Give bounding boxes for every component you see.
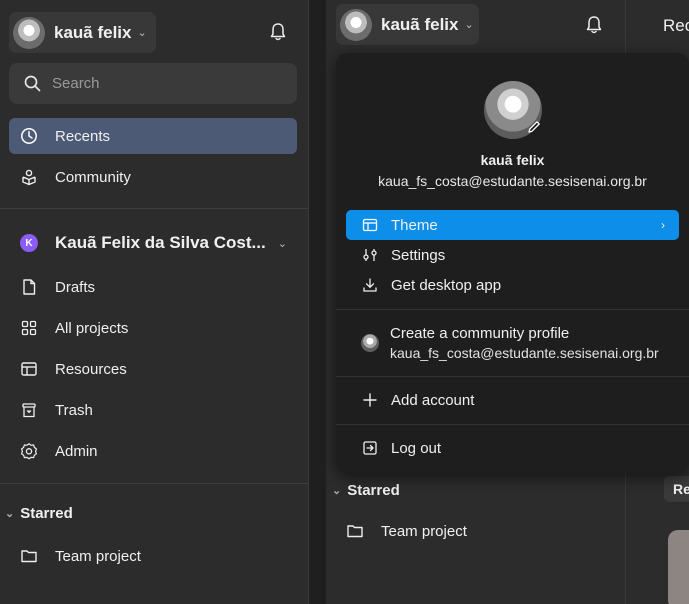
pencil-icon[interactable] [526,119,542,135]
divider [336,424,689,425]
team-name: Kauã Felix da Silva Cost... [55,233,266,252]
starred-label: Starred [347,482,400,499]
menu-item-desktop-app[interactable]: Get desktop app [346,270,679,300]
chevron-down-icon: ⌄ [464,19,474,31]
recents-filter[interactable]: Re [664,476,689,502]
bell-icon[interactable] [585,15,603,35]
divider [0,483,308,484]
avatar [361,334,379,352]
recents-heading[interactable]: Rec [663,16,689,36]
search-input[interactable]: Search [9,63,297,104]
nav-label: Resources [55,360,127,378]
chevron-down-icon: ⌄ [137,27,147,39]
chevron-down-icon: ⌄ [5,508,15,520]
menu-label: Theme [391,216,438,234]
nav-label: Team project [381,522,467,540]
grid-icon [21,320,37,336]
account-menu: kauã felix kaua_fs_costa@estudante.sesis… [336,53,689,473]
team-switcher[interactable]: K Kauã Felix da Silva Cost... ⌄ [9,225,297,261]
folder-icon [347,525,363,538]
nav-drafts[interactable]: Drafts [9,269,297,305]
right-panel: kauã felix ⌄ Rec Re ⌄ Starred Team proje… [326,0,689,604]
nav-all-projects[interactable]: All projects [9,310,297,346]
plus-icon [363,393,377,407]
log-out-icon [363,441,377,455]
profile-email: kaua_fs_costa@estudante.sesisenai.org.br [378,173,647,189]
search-icon [24,75,41,92]
file-icon [23,279,36,295]
divider [336,309,689,310]
avatar [13,16,45,49]
starred-item-team-project[interactable]: Team project [9,538,297,574]
nav-label: Team project [55,547,141,565]
team-badge: K [20,234,38,252]
nav-resources[interactable]: Resources [9,351,297,387]
trash-icon [22,403,36,418]
community-icon [22,169,36,186]
layout-icon [362,218,378,232]
menu-item-log-out[interactable]: Log out [346,433,679,463]
nav-label: Recents [55,127,111,145]
divider [0,208,308,209]
account-name: kauã felix [54,22,132,42]
sliders-icon [363,249,377,261]
menu-label: Add account [391,391,475,409]
menu-item-theme[interactable]: Theme › [346,210,679,240]
nav-label: Community [55,168,131,186]
nav-label: Drafts [55,278,96,296]
chevron-right-icon: › [661,218,665,232]
starred-label: Starred [20,505,73,522]
nav-trash[interactable]: Trash [9,392,297,428]
nav-label: Admin [55,442,98,460]
nav-label: All projects [55,319,129,337]
nav-recents[interactable]: Recents [9,118,297,154]
chevron-down-icon: ⌄ [332,485,342,497]
search-placeholder: Search [52,75,100,92]
starred-section-toggle[interactable]: ⌄ Starred [332,482,400,499]
menu-label: Settings [391,246,446,264]
avatar [340,8,372,41]
menu-item-settings[interactable]: Settings [346,240,679,270]
file-thumbnail[interactable] [668,530,689,604]
starred-item-team-project[interactable]: Team project [346,520,467,542]
clock-icon [21,128,37,144]
menu-label: Get desktop app [391,276,502,294]
bell-icon[interactable] [269,22,287,42]
chevron-down-icon: ⌄ [277,237,287,250]
nav-community[interactable]: Community [9,159,297,195]
divider [336,376,689,377]
folder-icon [21,550,37,563]
account-name: kauã felix [381,14,459,34]
panel-gap [309,0,326,604]
download-icon [363,278,377,292]
nav-label: Trash [55,401,93,419]
profile-name: kauã felix [480,152,545,168]
left-sidebar: kauã felix ⌄ Search Recents Community K … [0,0,308,604]
nav-admin[interactable]: Admin [9,433,297,469]
starred-section-toggle[interactable]: ⌄ Starred [5,505,73,522]
account-switcher-button[interactable]: kauã felix ⌄ [336,4,479,45]
layout-icon [21,362,37,376]
menu-item-add-account[interactable]: Add account [346,385,679,415]
account-switcher-button[interactable]: kauã felix ⌄ [9,12,156,53]
community-profile-title[interactable]: Create a community profile [390,325,569,342]
community-profile-email: kaua_fs_costa@estudante.sesisenai.org.br [390,345,659,361]
menu-label: Log out [391,439,442,457]
gear-icon [21,443,37,460]
